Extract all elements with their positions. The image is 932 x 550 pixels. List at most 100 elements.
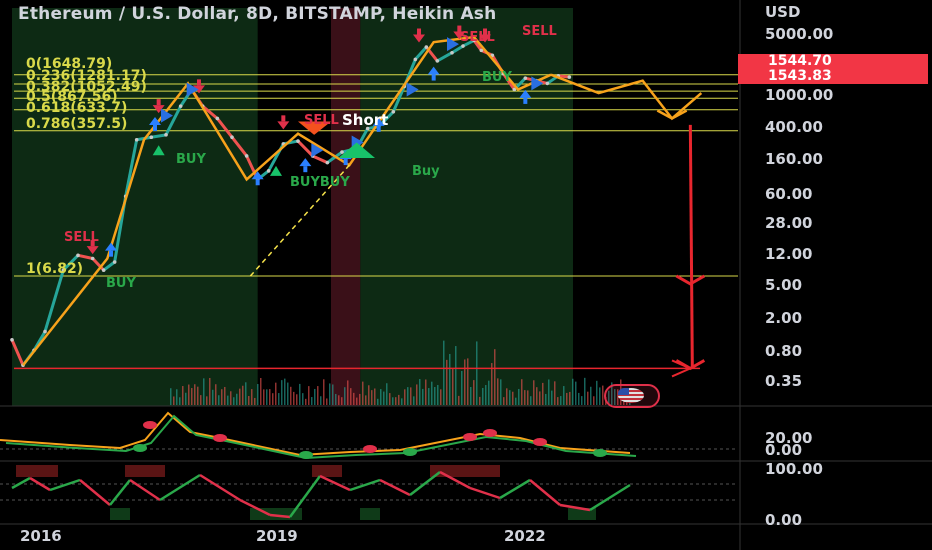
buy-label: Buy xyxy=(412,164,440,179)
volume-bar xyxy=(269,389,271,405)
fib-label: 0.786(357.5) xyxy=(26,116,128,132)
volume-bar xyxy=(461,370,463,405)
volume-bar xyxy=(494,349,496,405)
volume-bar xyxy=(179,397,181,405)
bull-zone xyxy=(360,8,573,406)
volume-bar xyxy=(257,384,259,405)
volume-bar xyxy=(371,390,373,405)
volume-bar xyxy=(548,379,550,405)
sell-arrow-stem xyxy=(156,99,161,106)
osc2-segment xyxy=(49,478,81,492)
volume-bar xyxy=(215,384,217,405)
price-point xyxy=(101,268,106,272)
volume-bar xyxy=(551,390,553,405)
target-arrow xyxy=(671,124,706,378)
oscillator-2 xyxy=(0,465,738,520)
osc2-segment xyxy=(79,479,111,506)
volume-bar xyxy=(404,389,406,405)
volume-bar xyxy=(224,386,226,405)
buy-label: BUY xyxy=(176,152,206,167)
volume-bar xyxy=(521,379,523,405)
price-segment xyxy=(312,154,328,165)
volume-bar xyxy=(182,386,184,405)
price-point xyxy=(545,81,550,86)
volume-bar xyxy=(263,389,265,405)
volume-bar xyxy=(512,391,514,405)
volume-bar xyxy=(428,388,430,405)
osc1-tick: 0.00 xyxy=(765,441,803,459)
time-tick: 2019 xyxy=(256,527,298,545)
sell-arrow-stem xyxy=(281,115,286,122)
chart-title: Ethereum / U.S. Dollar, 8D, BITSTAMP, He… xyxy=(18,4,497,24)
price-point xyxy=(149,135,154,140)
volume-bar xyxy=(374,388,376,405)
volume-bar xyxy=(539,391,541,405)
volume-bar xyxy=(593,396,595,405)
volume-bar xyxy=(236,393,238,405)
volume-bar xyxy=(209,377,211,405)
osc2-tick: 100.00 xyxy=(765,460,823,478)
osc1-signal-dot xyxy=(143,421,157,429)
volume-bar xyxy=(176,389,178,405)
volume-bar xyxy=(197,386,199,405)
volume-bar xyxy=(536,387,538,405)
price-point xyxy=(112,260,117,264)
price-tick: 60.00 xyxy=(765,185,813,203)
volume-bar xyxy=(473,380,475,405)
volume-bar xyxy=(482,387,484,405)
buy-label: BUYBUY xyxy=(290,175,350,190)
osc2-segment xyxy=(469,486,501,500)
osc2-segment xyxy=(129,478,161,502)
volume-bar xyxy=(170,388,172,405)
buy-arrow-stem xyxy=(153,125,157,132)
volume-bar xyxy=(296,394,298,405)
osc2-segment xyxy=(349,478,381,492)
volume-bar xyxy=(278,393,280,405)
volume-bar xyxy=(305,398,307,405)
volume-bar xyxy=(497,378,499,405)
bear-zone xyxy=(331,8,361,406)
volume-bar xyxy=(383,391,385,405)
volume-bar xyxy=(563,386,565,405)
osc1-signal-dot xyxy=(363,445,377,453)
volume-bar xyxy=(302,393,304,405)
volume-bar xyxy=(500,379,502,405)
osc2-segment xyxy=(499,478,531,500)
volume-bar xyxy=(284,378,286,405)
sell-arrow xyxy=(277,121,290,130)
volume-bar xyxy=(416,384,418,405)
osc2-segment xyxy=(11,476,31,490)
price-tick: 2.00 xyxy=(765,309,803,327)
projection-arrowhead xyxy=(656,109,688,120)
osc1-signal-dot xyxy=(403,448,417,456)
osc2-segment xyxy=(199,473,241,502)
volume-bar xyxy=(275,382,277,405)
volume-bar xyxy=(464,359,466,405)
us-flag-icon[interactable] xyxy=(604,384,660,408)
volume-bar xyxy=(566,392,568,405)
volume-bar xyxy=(365,395,367,405)
price-tick: 160.00 xyxy=(765,150,823,168)
price-tick: 0.35 xyxy=(765,372,803,390)
sell-label: SELL xyxy=(522,24,557,39)
volume-bar xyxy=(227,395,229,405)
volume-bar xyxy=(356,397,358,405)
osc1-slow-line xyxy=(5,414,637,460)
volume-bar xyxy=(362,381,364,405)
price-point xyxy=(523,76,528,80)
price-point xyxy=(450,50,454,55)
volume-bar xyxy=(443,340,445,405)
sell-arrow-stem xyxy=(197,79,201,86)
volume-bar xyxy=(560,396,562,405)
volume-bar xyxy=(527,390,529,405)
osc1-signal-dot xyxy=(483,429,497,437)
osc1-signal-dot xyxy=(213,434,227,442)
osc2-segment xyxy=(319,474,351,492)
osc2-tick: 0.00 xyxy=(765,511,803,529)
volume-bar xyxy=(308,386,310,405)
volume-bar xyxy=(329,383,331,405)
volume-bar xyxy=(311,397,313,405)
volume-bar xyxy=(248,396,250,405)
volume-bar xyxy=(332,384,334,405)
volume-bar xyxy=(350,388,352,405)
